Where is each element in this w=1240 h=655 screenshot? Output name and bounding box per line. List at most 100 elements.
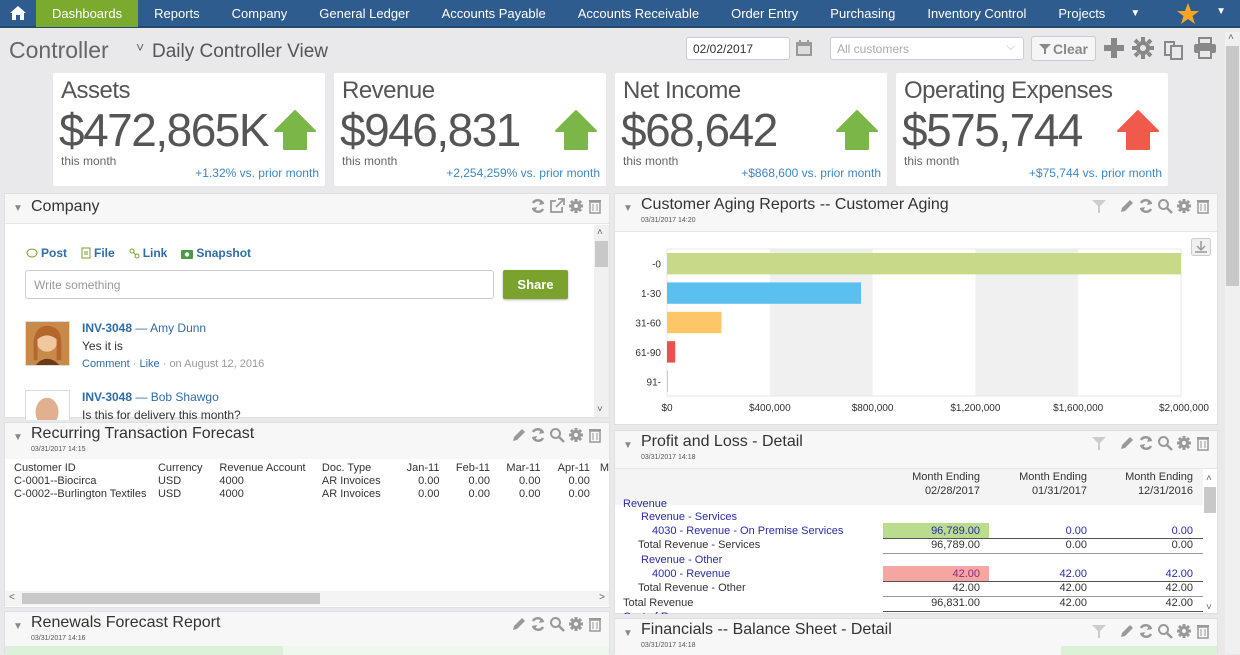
bar-6190[interactable]: [667, 341, 676, 363]
gear-icon[interactable]: [1132, 37, 1154, 59]
nav-dashboards[interactable]: Dashboards: [36, 0, 139, 27]
nav-reports[interactable]: Reports: [138, 0, 216, 27]
search-icon[interactable]: [549, 427, 565, 443]
nav-general-ledger[interactable]: General Ledger: [303, 0, 425, 27]
avatar-amy-dunn[interactable]: [25, 321, 70, 366]
col-doc-type[interactable]: Doc. Type: [322, 461, 391, 474]
scroll-up-arrow-icon[interactable]: ˄: [597, 227, 603, 238]
col-revenue-account[interactable]: Revenue Account: [219, 461, 322, 474]
pnl-cell[interactable]: 0.00: [1093, 525, 1193, 537]
col-mar-11[interactable]: Mar-11: [490, 461, 540, 474]
view-dropdown-caret-icon[interactable]: ˅: [136, 39, 144, 55]
kpi-card-net-income[interactable]: Net Income $68,642 this month +$868,600 …: [615, 73, 887, 186]
home-button[interactable]: [0, 0, 36, 27]
tab-link[interactable]: Link: [129, 246, 167, 260]
pnl-row-label[interactable]: Revenue: [623, 498, 667, 510]
like-link[interactable]: Like: [139, 358, 159, 370]
collapse-triangle-icon[interactable]: ▼: [13, 621, 23, 632]
table-row[interactable]: C-0002--Burlington Textiles USD 4000 AR …: [14, 487, 609, 500]
col-customer-id[interactable]: Customer ID: [14, 461, 158, 474]
pnl-row-label[interactable]: Revenue - Services: [641, 511, 737, 523]
external-link-icon[interactable]: [549, 198, 565, 214]
post-author-link[interactable]: Bob Shawgo: [151, 390, 219, 404]
page-scrollbar[interactable]: ˄: [1225, 32, 1240, 654]
search-icon[interactable]: [549, 616, 565, 632]
col-currency[interactable]: Currency: [158, 461, 219, 474]
trash-icon[interactable]: [1195, 435, 1211, 451]
gear-icon[interactable]: [568, 427, 584, 443]
refresh-icon[interactable]: [1138, 198, 1154, 214]
col-may-11-partial[interactable]: M: [590, 461, 609, 474]
bar-91[interactable]: [667, 370, 668, 392]
refresh-icon[interactable]: [1138, 623, 1154, 639]
table-row[interactable]: C-0001--Biocirca USD 4000 AR Invoices 0.…: [14, 474, 609, 487]
trash-icon[interactable]: [1195, 623, 1211, 639]
customer-filter-select[interactable]: All customers ⌵: [830, 37, 1024, 60]
trash-icon[interactable]: [1195, 198, 1211, 214]
col-apr-11[interactable]: Apr-11: [540, 461, 590, 474]
search-icon[interactable]: [1157, 623, 1173, 639]
pnl-scrollbar[interactable]: ˄ ˅: [1203, 471, 1217, 613]
nav-more-caret-icon[interactable]: ▼: [1125, 8, 1145, 19]
pnl-cell[interactable]: 42.00: [1093, 568, 1193, 580]
refresh-icon[interactable]: [530, 198, 546, 214]
gear-icon[interactable]: [1176, 198, 1192, 214]
scroll-down-arrow-icon[interactable]: ˅: [597, 404, 603, 415]
collapse-triangle-icon[interactable]: ▼: [13, 203, 23, 214]
recurring-hscrollbar-thumb[interactable]: [22, 593, 320, 604]
date-input[interactable]: 02/02/2017: [686, 37, 790, 60]
favorites-caret-icon[interactable]: ▼: [1216, 6, 1226, 17]
nav-purchasing[interactable]: Purchasing: [814, 0, 911, 27]
edit-pencil-icon[interactable]: [1119, 435, 1135, 451]
search-icon[interactable]: [1157, 198, 1173, 214]
gear-icon[interactable]: [1176, 435, 1192, 451]
scroll-up-arrow-icon[interactable]: ˄: [1206, 473, 1212, 484]
tab-snapshot[interactable]: Snapshot: [181, 246, 251, 260]
star-icon[interactable]: [1176, 2, 1200, 26]
pnl-cell[interactable]: 0.00: [987, 525, 1087, 537]
search-icon[interactable]: [1157, 435, 1173, 451]
company-scrollbar[interactable]: ˄ ˅: [594, 225, 609, 417]
gear-icon[interactable]: [568, 616, 584, 632]
col-feb-11[interactable]: Feb-11: [439, 461, 490, 474]
nav-projects[interactable]: Projects: [1042, 0, 1121, 27]
post-ref-link[interactable]: INV-3048: [82, 321, 132, 335]
refresh-icon[interactable]: [530, 616, 546, 632]
page-scrollbar-thumb[interactable]: [1226, 46, 1239, 286]
write-something-input[interactable]: Write something: [25, 270, 494, 299]
pnl-row-label[interactable]: 4030 - Revenue - On Premise Services: [652, 525, 843, 537]
nav-accounts-receivable[interactable]: Accounts Receivable: [562, 0, 715, 27]
pnl-cell[interactable]: 96,789.00: [880, 525, 980, 537]
comment-link[interactable]: Comment: [82, 358, 130, 370]
scroll-right-arrow-icon[interactable]: >: [599, 592, 605, 603]
nav-accounts-payable[interactable]: Accounts Payable: [426, 0, 562, 27]
pnl-row-label[interactable]: Revenue - Other: [641, 554, 722, 566]
pnl-scrollbar-thumb[interactable]: [1204, 487, 1216, 513]
nav-company[interactable]: Company: [216, 0, 304, 27]
scroll-down-arrow-icon[interactable]: ˅: [1206, 602, 1212, 613]
kpi-card-assets[interactable]: Assets $472,865K this month +1.32% vs. p…: [53, 73, 325, 186]
company-scrollbar-thumb[interactable]: [595, 241, 608, 267]
trash-icon[interactable]: [587, 198, 603, 214]
filter-icon[interactable]: [1091, 623, 1107, 639]
pnl-row-label[interactable]: Cost of Revenue: [623, 611, 705, 614]
filter-icon[interactable]: [1091, 435, 1107, 451]
nav-order-entry[interactable]: Order Entry: [715, 0, 814, 27]
view-selector[interactable]: Daily Controller View: [152, 41, 328, 63]
pnl-cell[interactable]: 42.00: [880, 568, 980, 580]
collapse-triangle-icon[interactable]: ▼: [623, 628, 633, 639]
kpi-card-operating-expenses[interactable]: Operating Expenses $575,744 this month +…: [896, 73, 1168, 186]
post-author-link[interactable]: Amy Dunn: [150, 321, 206, 335]
kpi-card-revenue[interactable]: Revenue $946,831 this month +2,254,259% …: [334, 73, 606, 186]
collapse-triangle-icon[interactable]: ▼: [623, 203, 633, 214]
collapse-triangle-icon[interactable]: ▼: [623, 440, 633, 451]
filter-icon[interactable]: [1091, 198, 1107, 214]
post-ref-link[interactable]: INV-3048: [82, 390, 132, 404]
refresh-icon[interactable]: [1138, 435, 1154, 451]
recurring-hscrollbar[interactable]: < >: [5, 591, 609, 606]
scroll-left-arrow-icon[interactable]: <: [9, 592, 15, 603]
print-icon[interactable]: [1193, 37, 1217, 59]
nav-inventory-control[interactable]: Inventory Control: [911, 0, 1042, 27]
bar-130[interactable]: [667, 282, 862, 304]
bar-3160[interactable]: [667, 311, 722, 334]
